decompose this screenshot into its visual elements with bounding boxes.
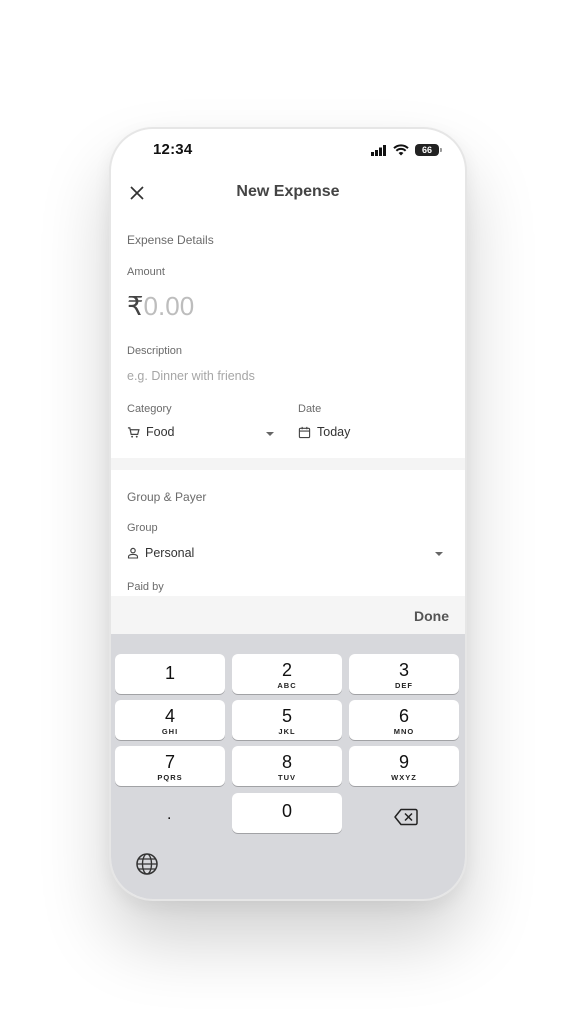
done-button[interactable]: Done <box>414 608 449 624</box>
key-7[interactable]: 7 PQRS <box>115 746 225 786</box>
cart-icon <box>127 426 140 438</box>
group-value: Personal <box>145 546 195 560</box>
key-number: 9 <box>398 752 409 772</box>
group-label: Group <box>127 522 158 534</box>
key-number: 1 <box>164 663 175 683</box>
globe-icon[interactable] <box>135 852 159 876</box>
category-value: Food <box>146 425 175 439</box>
paid-by-label: Paid by <box>127 581 164 593</box>
group-chevron-down-icon[interactable] <box>435 552 443 556</box>
calendar-icon <box>298 426 311 438</box>
key-9[interactable]: 9 WXYZ <box>349 746 459 786</box>
description-input[interactable]: e.g. Dinner with friends <box>127 369 255 383</box>
key-letters: JKL <box>278 727 296 736</box>
section-divider <box>111 458 465 470</box>
phone-frame: 12:34 66 New Expense Expense Details Amo… <box>109 127 467 901</box>
keyboard-toolbar: Done <box>111 596 465 634</box>
group-select[interactable]: Personal <box>127 546 194 560</box>
key-5[interactable]: 5 JKL <box>232 700 342 740</box>
description-label: Description <box>127 345 183 357</box>
status-bar: 12:34 66 <box>111 141 465 161</box>
date-label: Date <box>298 403 322 415</box>
key-1[interactable]: 1 <box>115 654 225 694</box>
key-number: 0 <box>281 801 292 821</box>
category-select[interactable]: Food <box>127 425 175 439</box>
amount-placeholder: 0.00 <box>143 291 195 321</box>
key-2[interactable]: 2 ABC <box>232 654 342 694</box>
key-number: 7 <box>164 752 175 772</box>
amount-input[interactable]: ₹0.00 <box>127 291 194 322</box>
person-icon <box>127 547 139 559</box>
currency-symbol: ₹ <box>127 291 144 321</box>
wifi-icon <box>393 144 409 156</box>
key-8[interactable]: 8 TUV <box>232 746 342 786</box>
category-chevron-down-icon[interactable] <box>266 432 274 436</box>
key-number: 3 <box>398 660 409 680</box>
header: New Expense <box>111 179 465 209</box>
battery-icon: 66 <box>415 144 442 156</box>
screen: 12:34 66 New Expense Expense Details Amo… <box>111 129 465 899</box>
decimal-key[interactable]: . <box>167 806 171 824</box>
key-number: 4 <box>164 706 175 726</box>
key-number: 5 <box>281 706 292 726</box>
key-0[interactable]: 0 <box>232 793 342 833</box>
date-value: Today <box>317 425 351 439</box>
status-icons: 66 <box>371 144 442 156</box>
numeric-keyboard: 1 2 ABC 3 DEF 4 GHI 5 JKL 6 MNO 7 PQRS 8… <box>111 634 465 899</box>
date-select[interactable]: Today <box>298 425 350 439</box>
key-3[interactable]: 3 DEF <box>349 654 459 694</box>
key-letters: PQRS <box>157 773 183 782</box>
expense-details-title: Expense Details <box>127 233 214 247</box>
key-letters: DEF <box>395 681 413 690</box>
key-4[interactable]: 4 GHI <box>115 700 225 740</box>
key-letters: ABC <box>277 681 297 690</box>
category-label: Category <box>127 403 172 415</box>
backspace-icon[interactable] <box>394 808 418 826</box>
page-title: New Expense <box>236 183 340 200</box>
key-6[interactable]: 6 MNO <box>349 700 459 740</box>
key-number: 6 <box>398 706 409 726</box>
group-payer-title: Group & Payer <box>127 490 207 504</box>
key-number: 2 <box>281 660 292 680</box>
key-letters: WXYZ <box>391 773 417 782</box>
key-letters: TUV <box>278 773 296 782</box>
status-time: 12:34 <box>153 141 193 158</box>
key-letters: MNO <box>393 727 415 736</box>
key-number: 8 <box>281 752 292 772</box>
signal-icon <box>371 144 386 156</box>
amount-label: Amount <box>127 266 165 278</box>
key-letters: GHI <box>161 727 179 736</box>
